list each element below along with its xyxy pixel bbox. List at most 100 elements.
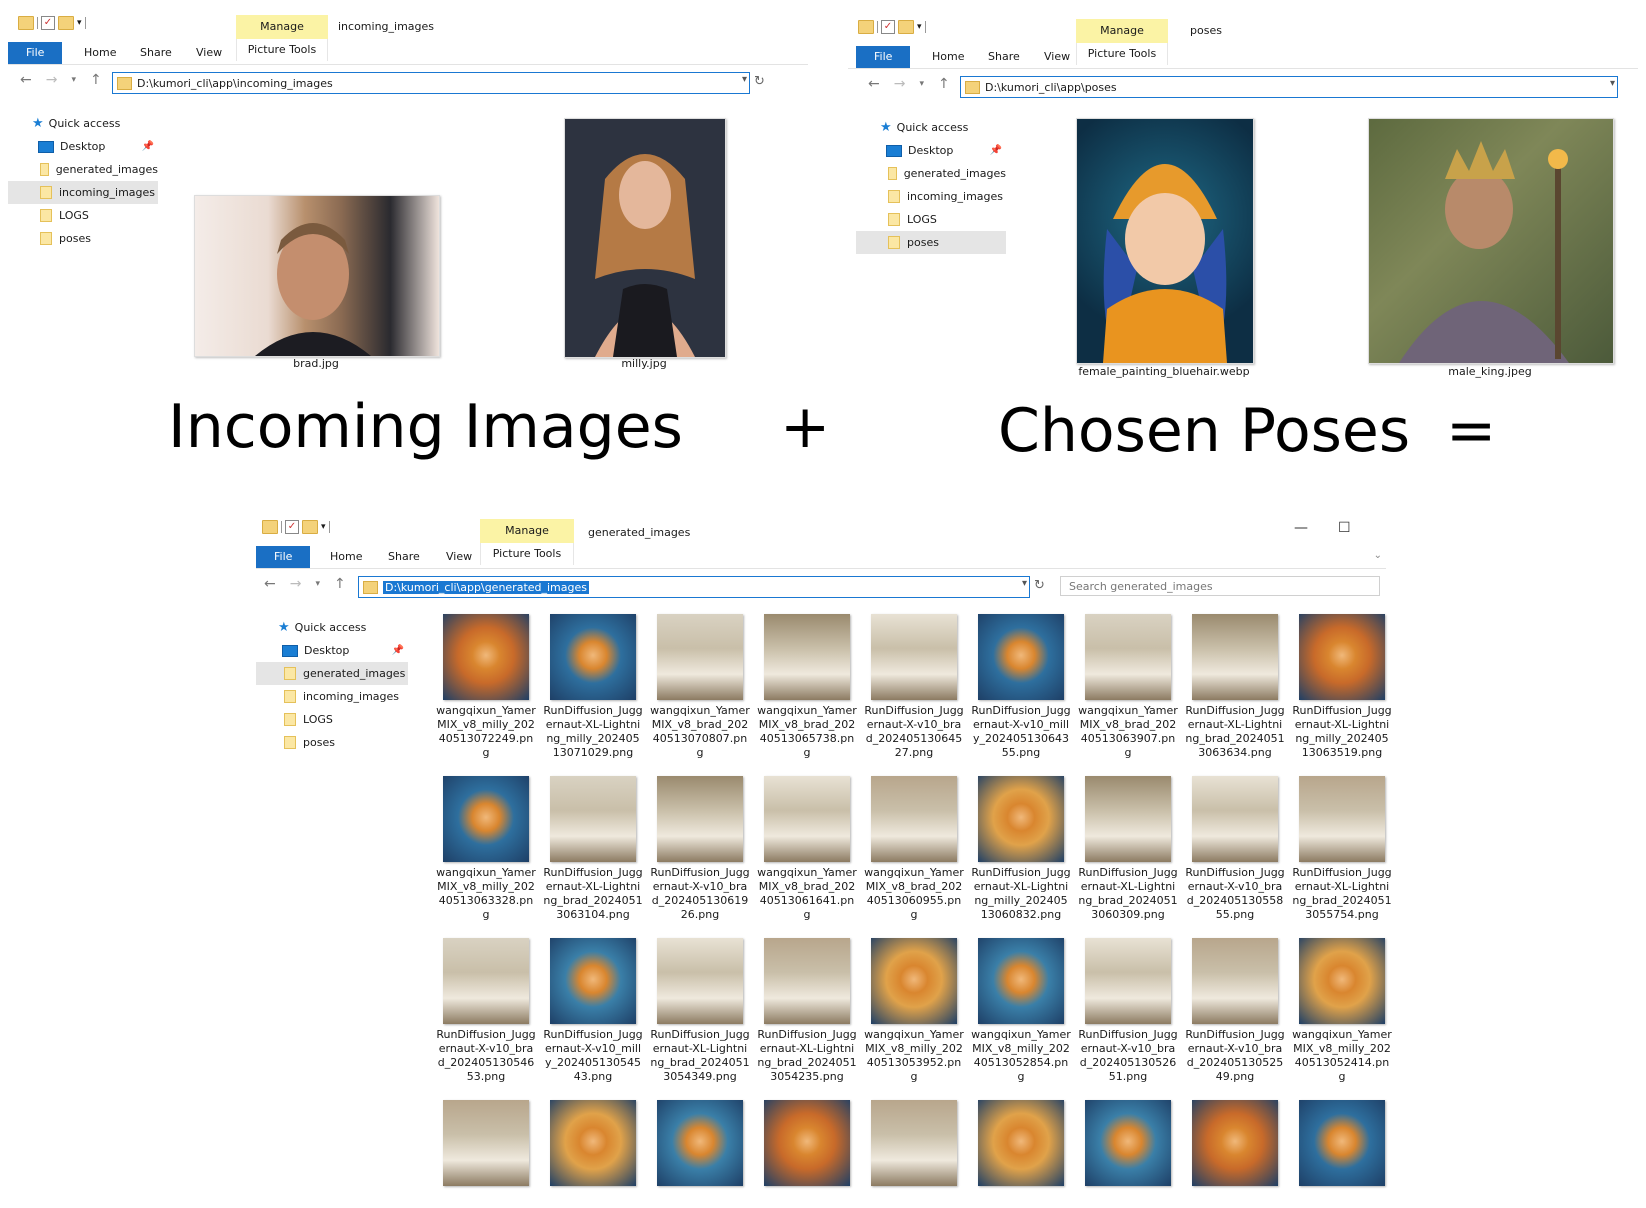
up-arrow-icon[interactable]: ↑ bbox=[938, 76, 950, 92]
address-bar[interactable]: D:\kumori_cli\app\generated_images ▾ bbox=[358, 576, 1030, 598]
recent-dropdown-icon[interactable]: ▾ bbox=[71, 75, 76, 85]
recent-dropdown-icon[interactable]: ▾ bbox=[919, 79, 924, 89]
address-dropdown-icon[interactable]: ▾ bbox=[1610, 78, 1615, 89]
file-item[interactable]: RunDiffusion_Juggernaut-XL-Lightning_bra… bbox=[1290, 776, 1394, 922]
file-item[interactable]: wangqixun_YamerMIX_v8_brad_2024051306390… bbox=[1076, 614, 1180, 760]
back-arrow-icon[interactable]: ← bbox=[264, 576, 276, 592]
file-item[interactable] bbox=[755, 1100, 859, 1186]
file-item[interactable] bbox=[541, 1100, 645, 1186]
sidebar-item-desktop[interactable]: Desktop 📌 bbox=[256, 639, 408, 662]
sidebar-item-quick-access[interactable]: ★ Quick access bbox=[8, 112, 158, 135]
file-item[interactable]: RunDiffusion_Juggernaut-X-v10_brad_20240… bbox=[1183, 938, 1287, 1084]
sidebar-item-generated-images[interactable]: generated_images bbox=[856, 162, 1006, 185]
back-arrow-icon[interactable]: ← bbox=[868, 76, 880, 92]
folder-icon[interactable] bbox=[18, 16, 34, 30]
properties-icon[interactable]: ✓ bbox=[41, 16, 55, 30]
address-text[interactable]: D:\kumori_cli\app\incoming_images bbox=[137, 77, 333, 90]
sidebar-item-logs[interactable]: LOGS bbox=[8, 204, 158, 227]
tab-view[interactable]: View bbox=[1034, 46, 1080, 68]
file-item[interactable] bbox=[1183, 1100, 1287, 1186]
tab-share[interactable]: Share bbox=[130, 42, 182, 64]
file-item[interactable]: RunDiffusion_Juggernaut-XL-Lightning_mil… bbox=[541, 614, 645, 760]
address-dropdown-icon[interactable]: ▾ bbox=[1022, 578, 1027, 589]
sidebar-item-desktop[interactable]: Desktop 📌 bbox=[8, 135, 158, 158]
file-item[interactable]: RunDiffusion_Juggernaut-X-v10_brad_20240… bbox=[434, 938, 538, 1084]
sidebar-item-quick-access[interactable]: ★ Quick access bbox=[256, 616, 408, 639]
tab-share[interactable]: Share bbox=[378, 546, 430, 568]
file-item[interactable]: RunDiffusion_Juggernaut-XL-Lightning_bra… bbox=[648, 938, 752, 1084]
sidebar-item-logs[interactable]: LOGS bbox=[256, 708, 408, 731]
sidebar-item-desktop[interactable]: Desktop 📌 bbox=[856, 139, 1006, 162]
file-item[interactable] bbox=[1290, 1100, 1394, 1186]
minimize-icon[interactable]: — bbox=[1294, 520, 1308, 536]
recent-dropdown-icon[interactable]: ▾ bbox=[315, 579, 320, 589]
file-item[interactable]: wangqixun_YamerMIX_v8_milly_202405130722… bbox=[434, 614, 538, 760]
address-text[interactable]: D:\kumori_cli\app\generated_images bbox=[383, 580, 589, 594]
file-item[interactable] bbox=[969, 1100, 1073, 1186]
pin-icon[interactable]: 📌 bbox=[990, 145, 1002, 156]
manage-tab-label[interactable]: Manage bbox=[236, 15, 328, 39]
file-item[interactable]: wangqixun_YamerMIX_v8_brad_2024051306095… bbox=[862, 776, 966, 922]
file-item[interactable]: RunDiffusion_Juggernaut-XL-Lightning_bra… bbox=[1076, 776, 1180, 922]
file-item[interactable]: wangqixun_YamerMIX_v8_milly_202405130528… bbox=[969, 938, 1073, 1084]
properties-icon[interactable]: ✓ bbox=[881, 20, 895, 34]
sidebar-item-generated-images[interactable]: generated_images bbox=[8, 158, 158, 181]
file-item[interactable]: wangqixun_YamerMIX_v8_milly_202405130633… bbox=[434, 776, 538, 922]
maximize-icon[interactable]: ☐ bbox=[1338, 520, 1351, 536]
sidebar-item-generated-images[interactable]: generated_images bbox=[256, 662, 408, 685]
file-item[interactable]: wangqixun_YamerMIX_v8_brad_2024051306164… bbox=[755, 776, 859, 922]
file-item[interactable]: RunDiffusion_Juggernaut-XL-Lightning_bra… bbox=[755, 938, 859, 1084]
customize-dropdown-icon[interactable]: ▾ bbox=[77, 18, 82, 28]
file-item[interactable]: RunDiffusion_Juggernaut-X-v10_brad_20240… bbox=[862, 614, 966, 760]
pin-icon[interactable]: 📌 bbox=[142, 141, 154, 152]
sidebar-item-poses[interactable]: poses bbox=[8, 227, 158, 250]
new-folder-icon[interactable] bbox=[58, 16, 74, 30]
sidebar-item-poses[interactable]: poses bbox=[856, 231, 1006, 254]
file-name-female-painting[interactable]: female_painting_bluehair.webp bbox=[1048, 365, 1280, 378]
file-item[interactable]: RunDiffusion_Juggernaut-XL-Lightning_bra… bbox=[1183, 614, 1287, 760]
file-item[interactable]: RunDiffusion_Juggernaut-X-v10_brad_20240… bbox=[648, 776, 752, 922]
refresh-icon[interactable]: ↻ bbox=[1034, 578, 1045, 593]
file-item[interactable]: wangqixun_YamerMIX_v8_brad_2024051306573… bbox=[755, 614, 859, 760]
sidebar-item-incoming-images[interactable]: incoming_images bbox=[256, 685, 408, 708]
customize-dropdown-icon[interactable]: ▾ bbox=[321, 522, 326, 532]
forward-arrow-icon[interactable]: → bbox=[894, 76, 906, 92]
customize-dropdown-icon[interactable]: ▾ bbox=[917, 22, 922, 32]
up-arrow-icon[interactable]: ↑ bbox=[334, 576, 346, 592]
new-folder-icon[interactable] bbox=[302, 520, 318, 534]
address-bar[interactable]: D:\kumori_cli\app\poses ▾ bbox=[960, 76, 1618, 98]
file-item[interactable]: RunDiffusion_Juggernaut-XL-Lightning_mil… bbox=[969, 776, 1073, 922]
ribbon-expand-icon[interactable]: ⌄ bbox=[1374, 550, 1382, 561]
file-item[interactable]: wangqixun_YamerMIX_v8_brad_2024051307080… bbox=[648, 614, 752, 760]
address-bar[interactable]: D:\kumori_cli\app\incoming_images ▾ bbox=[112, 72, 750, 94]
file-item[interactable]: wangqixun_YamerMIX_v8_milly_202405130539… bbox=[862, 938, 966, 1084]
file-name-brad[interactable]: brad.jpg bbox=[194, 357, 438, 370]
folder-icon[interactable] bbox=[858, 20, 874, 34]
file-item[interactable]: RunDiffusion_Juggernaut-X-v10_milly_2024… bbox=[969, 614, 1073, 760]
up-arrow-icon[interactable]: ↑ bbox=[90, 72, 102, 88]
forward-arrow-icon[interactable]: → bbox=[46, 72, 58, 88]
file-thumbnail-female-painting[interactable] bbox=[1076, 118, 1254, 364]
file-thumbnail-male-king[interactable] bbox=[1368, 118, 1614, 364]
manage-tab-label[interactable]: Manage bbox=[1076, 19, 1168, 43]
pin-icon[interactable]: 📌 bbox=[392, 645, 404, 656]
folder-icon[interactable] bbox=[262, 520, 278, 534]
forward-arrow-icon[interactable]: → bbox=[290, 576, 302, 592]
tab-view[interactable]: View bbox=[186, 42, 232, 64]
file-item[interactable] bbox=[648, 1100, 752, 1186]
file-item[interactable]: wangqixun_YamerMIX_v8_milly_202405130524… bbox=[1290, 938, 1394, 1084]
sidebar-item-logs[interactable]: LOGS bbox=[856, 208, 1006, 231]
back-arrow-icon[interactable]: ← bbox=[20, 72, 32, 88]
tab-file[interactable]: File bbox=[256, 546, 311, 568]
file-item[interactable]: RunDiffusion_Juggernaut-X-v10_milly_2024… bbox=[541, 938, 645, 1084]
refresh-icon[interactable]: ↻ bbox=[754, 74, 765, 89]
sidebar-item-incoming-images[interactable]: incoming_images bbox=[8, 181, 158, 204]
file-item[interactable]: RunDiffusion_Juggernaut-XL-Lightning_mil… bbox=[1290, 614, 1394, 760]
file-item[interactable]: RunDiffusion_Juggernaut-X-v10_brad_20240… bbox=[1183, 776, 1287, 922]
sidebar-item-quick-access[interactable]: ★ Quick access bbox=[856, 116, 1006, 139]
file-name-milly[interactable]: milly.jpg bbox=[564, 357, 724, 370]
tab-share[interactable]: Share bbox=[978, 46, 1030, 68]
address-dropdown-icon[interactable]: ▾ bbox=[742, 74, 747, 85]
file-item[interactable] bbox=[1076, 1100, 1180, 1186]
tab-home[interactable]: Home bbox=[320, 546, 372, 568]
